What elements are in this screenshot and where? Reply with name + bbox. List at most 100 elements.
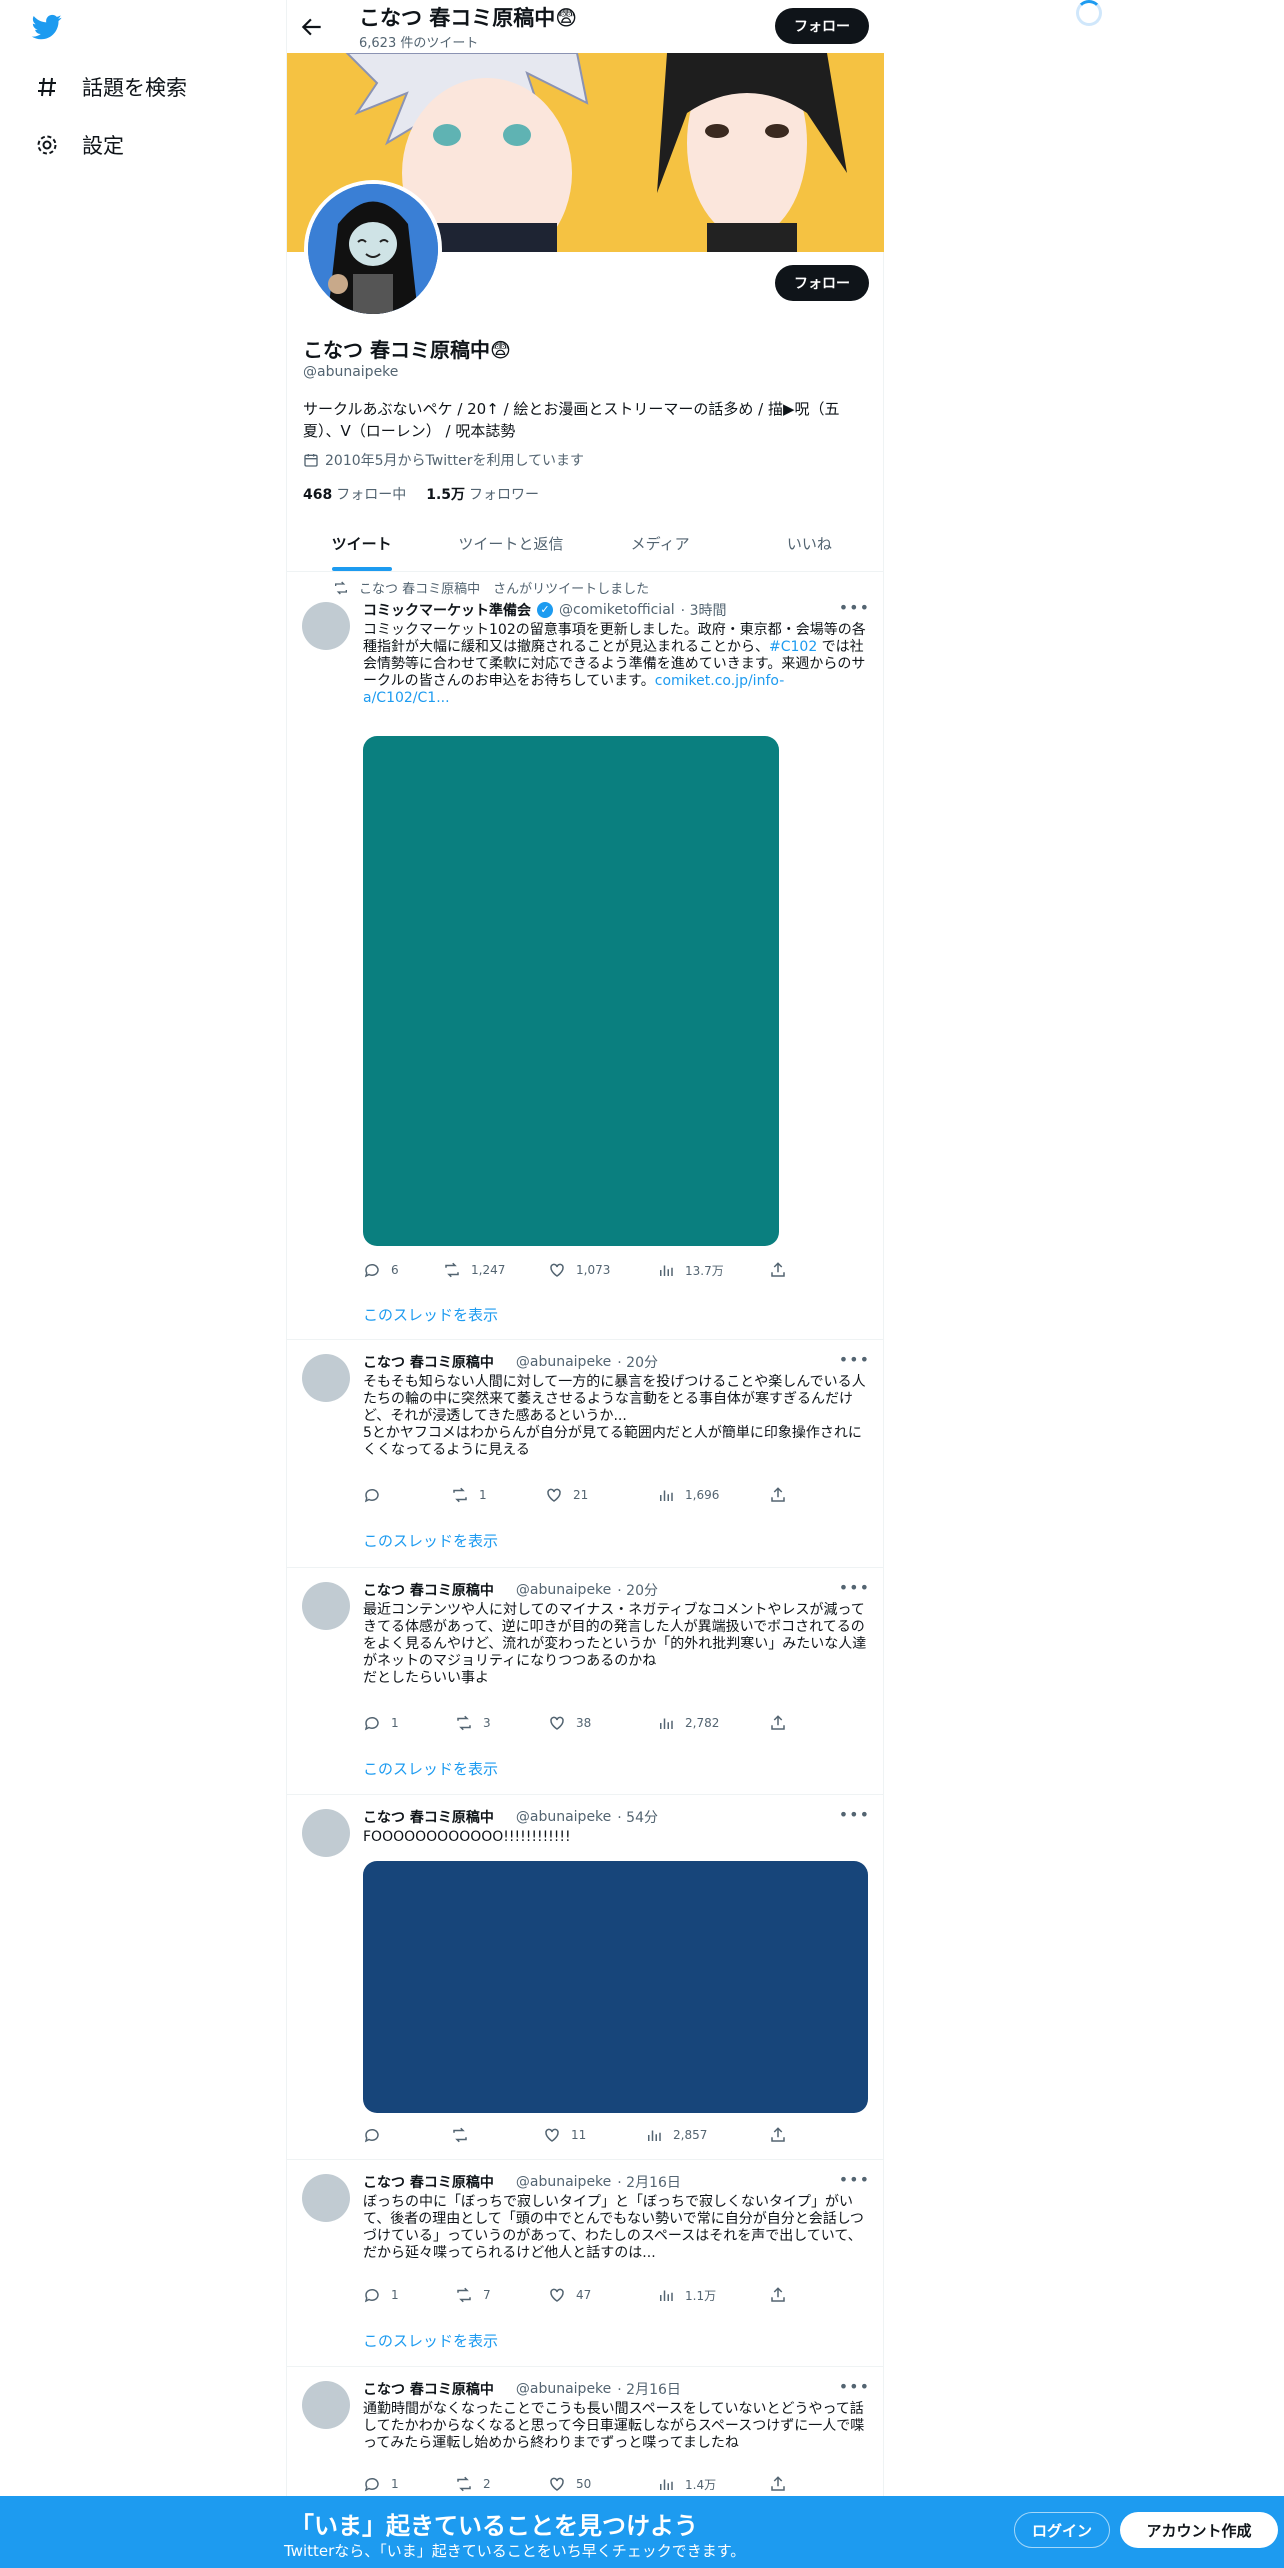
show-thread-link[interactable]: このスレッドを表示 <box>363 2330 498 2351</box>
retweet-icon <box>457 2287 471 2303</box>
show-thread-link[interactable]: このスレッドを表示 <box>363 1758 498 1779</box>
tweet-time[interactable]: · 20分 <box>617 1580 658 1600</box>
reply-button[interactable] <box>363 1486 391 1504</box>
tweet-author-handle[interactable]: @abunaipeke <box>516 1354 611 1370</box>
retweet-button[interactable]: 7 <box>455 2286 491 2304</box>
share-button[interactable] <box>769 1261 787 1279</box>
tweet-header: こなつ 春コミ原稿中 @abunaipeke · 2月16日 <box>363 2379 681 2399</box>
reply-button[interactable]: 1 <box>363 2475 399 2493</box>
show-thread-link[interactable]: このスレッドを表示 <box>363 1530 498 1551</box>
tweet-avatar[interactable] <box>302 2174 350 2222</box>
tweet-media[interactable] <box>363 736 779 1246</box>
nav-explore[interactable]: 話題を検索 <box>34 72 187 102</box>
tweet-avatar[interactable] <box>302 602 350 650</box>
header-follow-button[interactable]: フォロー <box>775 8 869 44</box>
tweet-author-name[interactable]: こなつ 春コミ原稿中 <box>363 1807 494 1827</box>
tab-tweets[interactable]: ツイート <box>287 516 436 571</box>
reply-button[interactable] <box>363 2126 391 2144</box>
reply-icon <box>364 2128 379 2143</box>
tweet-avatar[interactable] <box>302 2381 350 2429</box>
tweet-author-handle[interactable]: @comiketofficial <box>559 602 675 618</box>
like-button[interactable]: 21 <box>545 1486 588 1504</box>
views-button[interactable]: 1,696 <box>657 1486 719 1504</box>
share-icon <box>771 2476 785 2491</box>
like-button[interactable]: 47 <box>548 2286 591 2304</box>
tweet-header: こなつ 春コミ原稿中 @abunaipeke · 54分 <box>363 1807 658 1827</box>
following-link[interactable]: 468 フォロー中 <box>303 484 406 504</box>
more-options-icon[interactable]: ••• <box>839 1578 870 1597</box>
more-options-icon[interactable]: ••• <box>839 1350 870 1369</box>
tweet-author-name[interactable]: こなつ 春コミ原稿中 <box>363 1352 494 1372</box>
share-button[interactable] <box>769 2126 787 2144</box>
twitter-logo-icon[interactable] <box>30 12 64 42</box>
tweet-time[interactable]: · 54分 <box>617 1807 658 1827</box>
tweet-actions: 1 7 47 1.1万 <box>363 2286 785 2306</box>
more-options-icon[interactable]: ••• <box>839 598 870 617</box>
views-button[interactable]: 1.1万 <box>657 2286 716 2304</box>
tweet-card[interactable]: こなつ 春コミ原稿中 @abunaipeke · 2月16日 ••• ぼっちの中… <box>287 2160 884 2367</box>
show-thread-link[interactable]: このスレッドを表示 <box>363 1304 498 1325</box>
like-button[interactable]: 38 <box>548 1714 591 1732</box>
tweet-card[interactable]: こなつ 春コミ原稿中 @abunaipeke · 20分 ••• そもそも知らな… <box>287 1340 884 1568</box>
views-button[interactable]: 2,782 <box>657 1714 719 1732</box>
share-button[interactable] <box>769 2475 787 2493</box>
reply-icon <box>364 2477 379 2492</box>
signup-banner-title: 「いま」起きていることを見つけよう <box>290 2512 698 2540</box>
tweet-actions: 11 2,857 <box>363 2126 785 2146</box>
tweet-time[interactable]: · 2月16日 <box>617 2172 681 2192</box>
tweet-actions: 1 3 38 2,782 <box>363 1714 785 1734</box>
tab-media[interactable]: メディア <box>586 516 735 571</box>
retweet-button[interactable]: 1,247 <box>443 1261 505 1279</box>
tweet-author-handle[interactable]: @abunaipeke <box>516 2174 611 2190</box>
tweet-author-name[interactable]: こなつ 春コミ原稿中 <box>363 2172 494 2192</box>
profile-avatar[interactable] <box>304 180 442 318</box>
tweet-author-name[interactable]: コミックマーケット準備会 <box>363 600 531 620</box>
tweet-time[interactable]: · 2月16日 <box>617 2379 681 2399</box>
nav-settings[interactable]: 設定 <box>34 130 124 160</box>
reply-button[interactable]: 1 <box>363 2286 399 2304</box>
more-options-icon[interactable]: ••• <box>839 1805 870 1824</box>
retweet-button[interactable]: 2 <box>455 2475 491 2493</box>
create-account-button[interactable]: アカウント作成 <box>1120 2512 1278 2548</box>
tweet-card[interactable]: こなつ 春コミ原稿中 @abunaipeke · 20分 ••• 最近コンテンツ… <box>287 1568 884 1795</box>
retweet-button[interactable]: 3 <box>455 1714 491 1732</box>
more-options-icon[interactable]: ••• <box>839 2170 870 2189</box>
like-button[interactable]: 50 <box>548 2475 591 2493</box>
share-button[interactable] <box>769 1714 787 1732</box>
retweet-button[interactable] <box>451 2126 479 2144</box>
tweet-card[interactable]: こなつ 春コミ原稿中 @abunaipeke · 54分 ••• FOOOOOO… <box>287 1795 884 2160</box>
reply-button[interactable]: 1 <box>363 1714 399 1732</box>
like-button[interactable]: 1,073 <box>548 1261 610 1279</box>
tweet-author-handle[interactable]: @abunaipeke <box>516 1582 611 1598</box>
reply-icon <box>364 1488 379 1503</box>
hashtag-link[interactable]: #C102 <box>769 639 817 655</box>
tweet-avatar[interactable] <box>302 1354 350 1402</box>
tweet-avatar[interactable] <box>302 1809 350 1857</box>
share-button[interactable] <box>769 1486 787 1504</box>
followers-link[interactable]: 1.5万 フォロワー <box>426 484 539 504</box>
tweet-author-handle[interactable]: @abunaipeke <box>516 2381 611 2397</box>
tweet-avatar[interactable] <box>302 1582 350 1630</box>
views-button[interactable]: 2,857 <box>645 2126 707 2144</box>
share-button[interactable] <box>769 2286 787 2304</box>
tweet-card[interactable]: こなつ 春コミ原稿中 さんがリツイートしました コミックマーケット準備会 ✓ @… <box>287 572 884 1340</box>
retweet-button[interactable]: 1 <box>451 1486 487 1504</box>
tweet-author-name[interactable]: こなつ 春コミ原稿中 <box>363 2379 494 2399</box>
profile-follow-button[interactable]: フォロー <box>775 265 869 301</box>
tab-likes[interactable]: いいね <box>735 516 884 571</box>
views-button[interactable]: 13.7万 <box>657 1261 724 1279</box>
tab-tweets-replies[interactable]: ツイートと返信 <box>436 516 585 571</box>
like-button[interactable]: 11 <box>543 2126 586 2144</box>
more-options-icon[interactable]: ••• <box>839 2377 870 2396</box>
tweet-media[interactable] <box>363 1861 868 2113</box>
tweet-author-handle[interactable]: @abunaipeke <box>516 1809 611 1825</box>
views-button[interactable]: 1.4万 <box>657 2475 716 2493</box>
tweet-time[interactable]: · 20分 <box>617 1352 658 1372</box>
login-button[interactable]: ログイン <box>1014 2512 1110 2548</box>
tweet-time[interactable]: · 3時間 <box>681 600 727 620</box>
back-arrow-icon[interactable] <box>299 14 325 40</box>
reply-button[interactable]: 6 <box>363 1261 399 1279</box>
heart-icon <box>550 2477 564 2491</box>
tweet-author-name[interactable]: こなつ 春コミ原稿中 <box>363 1580 494 1600</box>
reply-icon <box>364 1716 379 1731</box>
